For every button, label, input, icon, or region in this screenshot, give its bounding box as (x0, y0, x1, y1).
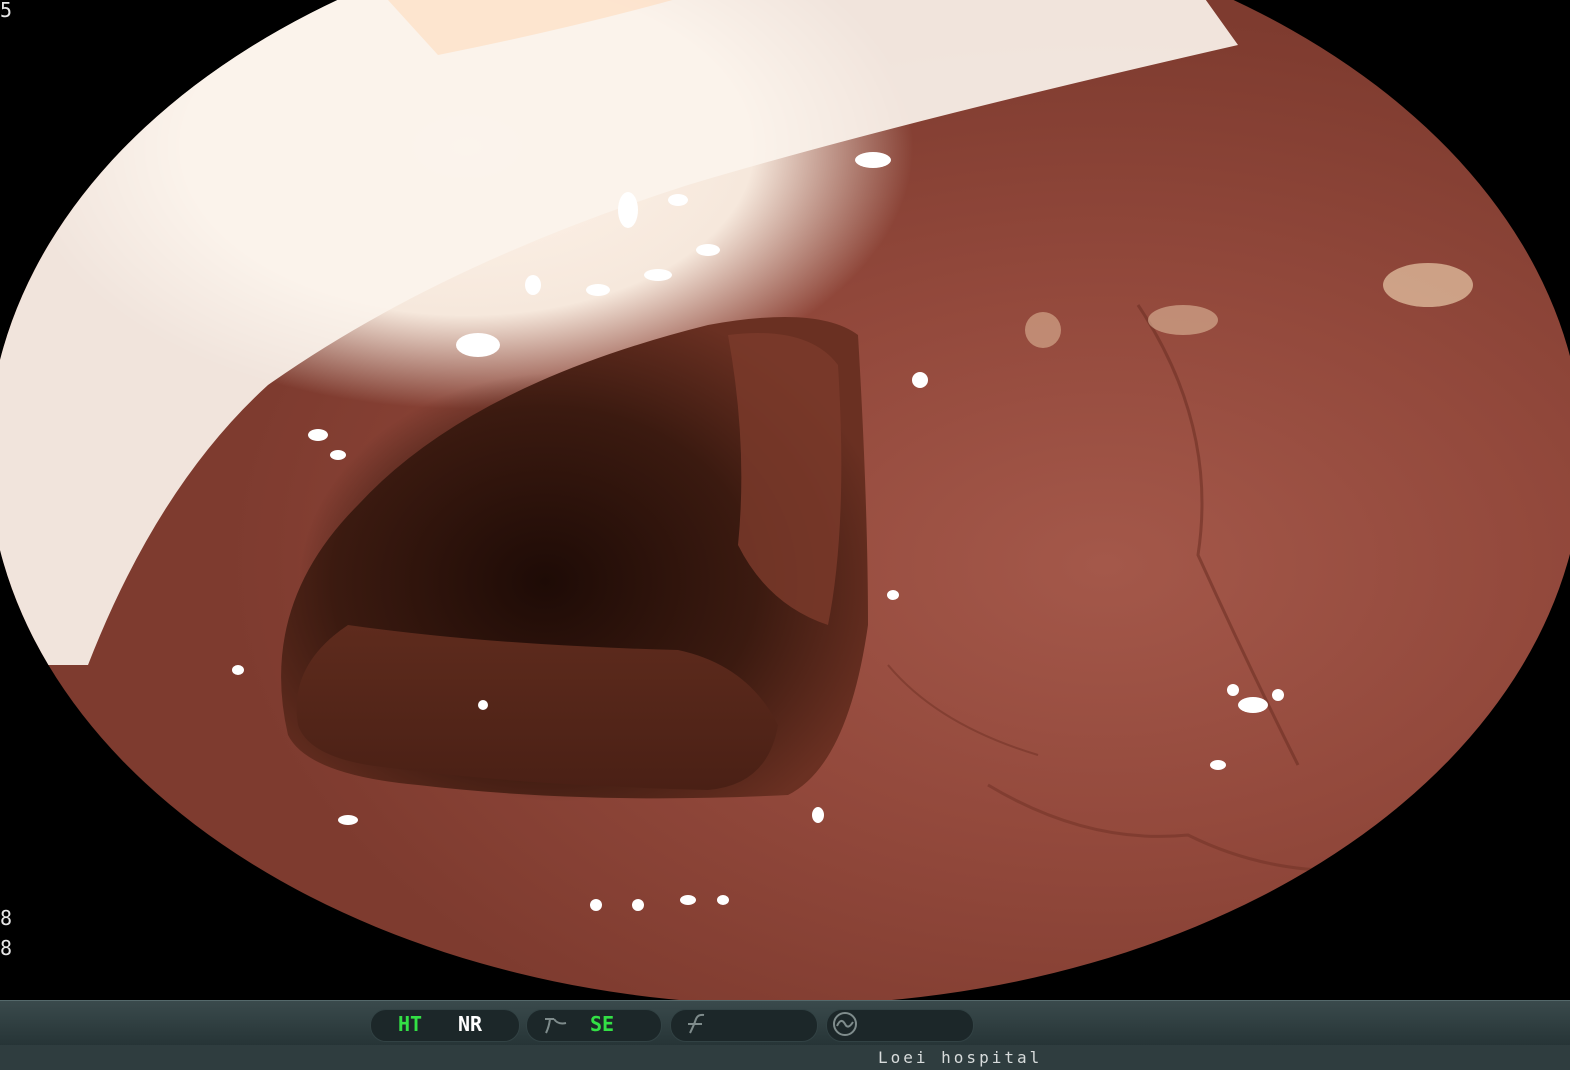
endoscopy-screen: 5 8 8 HT NR SE Loei hospital (0, 0, 1570, 1070)
edge-text-top: 5 (0, 0, 13, 22)
status-pill-1 (370, 1009, 520, 1042)
mode-se-indicator: SE (590, 1012, 615, 1036)
edge-text-bottom-2: 8 (0, 936, 13, 960)
waveform-circle-icon (833, 1012, 857, 1036)
footer-bar (0, 1045, 1570, 1070)
edge-text-bottom-1: 8 (0, 906, 13, 930)
mode-nr-indicator: NR (458, 1012, 483, 1036)
endoscopic-image (0, 0, 1570, 1005)
processor-status-bar: HT NR SE (0, 1000, 1570, 1046)
institution-name: Loei hospital (878, 1048, 1043, 1067)
slash-f-icon (688, 1013, 705, 1034)
scope-curve-icon (545, 1018, 567, 1034)
mucosa-illustration (0, 0, 1473, 911)
mode-ht-indicator: HT (398, 1012, 423, 1036)
